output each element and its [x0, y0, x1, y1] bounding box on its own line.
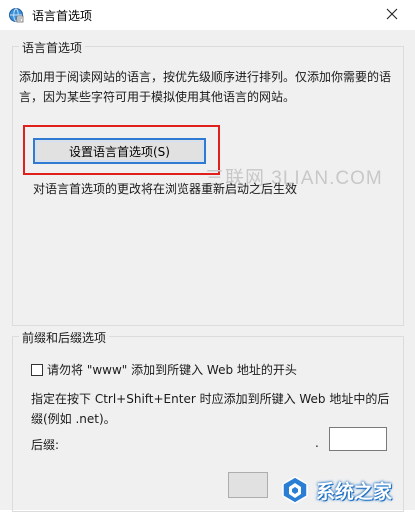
set-language-preferences-button[interactable]: 设置语言首选项(S): [33, 138, 206, 164]
group-legend-prefix-suffix: 前缀和后缀选项: [19, 329, 110, 346]
no-www-label: 请勿将 "www" 添加到所键入 Web 地址的开头: [47, 363, 297, 377]
dialog-body: 语言首选项 添加用于阅读网站的语言，按优先级顺序进行排列。仅添加你需要的语言，因…: [0, 30, 415, 512]
language-description: 添加用于阅读网站的语言，按优先级顺序进行排列。仅添加你需要的语言，因为某些字符可…: [19, 70, 392, 104]
group-legend-language: 语言首选项: [19, 39, 86, 56]
title-bar: 语言首选项: [0, 0, 415, 30]
watermark-corner-text: 系统之家: [315, 480, 392, 503]
window-title: 语言首选项: [32, 9, 93, 23]
suffix-description: 指定在按下 Ctrl+Shift+Enter 时应添加到所键入 Web 地址中的…: [31, 392, 390, 426]
set-language-preferences-label: 设置语言首选项(S): [69, 144, 170, 159]
no-www-checkbox[interactable]: [31, 363, 43, 376]
suffix-input[interactable]: [329, 427, 387, 451]
xitongzhijia-logo-icon: [280, 475, 310, 505]
no-www-option[interactable]: 请勿将 "www" 添加到所键入 Web 地址的开头: [31, 361, 297, 378]
watermark-xitongzhijia: 系统之家: [257, 470, 415, 510]
language-preferences-group: 语言首选项 添加用于阅读网站的语言，按优先级顺序进行排列。仅添加你需要的语言，因…: [12, 39, 404, 326]
internet-options-icon: [8, 7, 24, 23]
language-preferences-dialog: 语言首选项 语言首选项 添加用于阅读网站的语言，按优先级顺序进行排列。仅添加你需…: [0, 0, 415, 512]
suffix-dot: .: [315, 436, 319, 450]
close-button[interactable]: [369, 0, 415, 30]
restart-note: 对语言首选项的更改将在浏览器重新启动之后生效: [33, 182, 298, 196]
close-icon: [386, 8, 398, 23]
suffix-label: 后缀:: [31, 438, 60, 452]
